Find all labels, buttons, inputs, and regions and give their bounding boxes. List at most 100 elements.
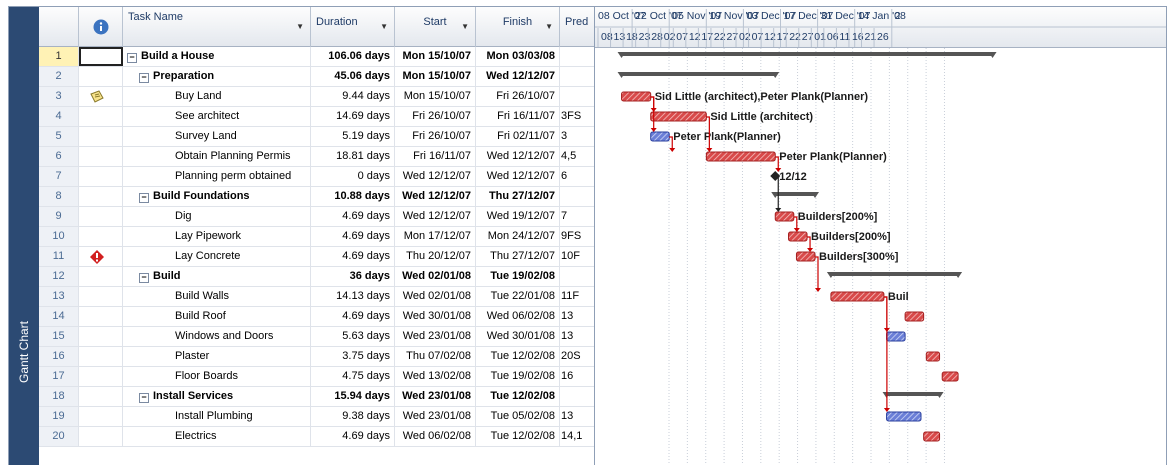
predecessors-cell[interactable]: 20S <box>560 347 594 366</box>
start-header[interactable]: Start ▼ <box>395 7 476 47</box>
row-id[interactable]: 7 <box>39 167 79 186</box>
start-cell[interactable]: Mon 15/10/07 <box>395 67 476 86</box>
indicator-cell[interactable] <box>79 207 123 226</box>
task-name-cell[interactable]: Dig <box>123 207 311 226</box>
row-id[interactable]: 17 <box>39 367 79 386</box>
predecessors-cell[interactable]: 4,5 <box>560 147 594 166</box>
duration-cell[interactable]: 14.13 days <box>311 287 395 306</box>
predecessors-cell[interactable]: 16 <box>560 367 594 386</box>
duration-cell[interactable]: 14.69 days <box>311 107 395 126</box>
start-cell[interactable]: Fri 26/10/07 <box>395 127 476 146</box>
predecessors-cell[interactable]: 11F <box>560 287 594 306</box>
task-bar-blue[interactable] <box>886 411 922 422</box>
row-id[interactable]: 15 <box>39 327 79 346</box>
predecessors-cell[interactable]: 3FS <box>560 107 594 126</box>
task-bar[interactable] <box>774 211 795 222</box>
start-cell[interactable]: Mon 15/10/07 <box>395 87 476 106</box>
table-row[interactable]: 18 − Install Services 15.94 days Wed 23/01/0… <box>39 387 594 407</box>
finish-cell[interactable]: Mon 24/12/07 <box>476 227 560 246</box>
task-bar[interactable] <box>788 231 808 242</box>
task-name-cell[interactable]: Floor Boards <box>123 367 311 386</box>
predecessors-cell[interactable]: 9FS <box>560 227 594 246</box>
duration-cell[interactable]: 4.69 days <box>311 227 395 246</box>
task-name-cell[interactable]: Planning perm obtained <box>123 167 311 186</box>
table-row[interactable]: 17 Floor Boards 4.75 days Wed 13/02/08 Tue 1… <box>39 367 594 387</box>
duration-cell[interactable]: 0 days <box>311 167 395 186</box>
predecessors-cell[interactable] <box>560 387 594 406</box>
finish-header[interactable]: Finish ▼ <box>476 7 560 47</box>
task-name-cell[interactable]: Obtain Planning Permis <box>123 147 311 166</box>
task-bar[interactable] <box>904 311 925 322</box>
select-all-header[interactable] <box>39 7 79 47</box>
row-id[interactable]: 12 <box>39 267 79 286</box>
row-id[interactable]: 13 <box>39 287 79 306</box>
predecessors-cell[interactable]: 14,1 <box>560 427 594 446</box>
task-name-cell[interactable]: Build Walls <box>123 287 311 306</box>
finish-cell[interactable]: Wed 12/12/07 <box>476 167 560 186</box>
view-bar-gantt-chart[interactable]: Gantt Chart <box>9 7 39 465</box>
start-cell[interactable]: Wed 12/12/07 <box>395 167 476 186</box>
task-name-cell[interactable]: − Build Foundations <box>123 187 311 206</box>
row-id[interactable]: 4 <box>39 107 79 126</box>
summary-bar[interactable] <box>775 192 815 196</box>
task-bar-blue[interactable] <box>886 331 906 342</box>
predecessors-cell[interactable]: 6 <box>560 167 594 186</box>
summary-bar[interactable] <box>621 72 776 76</box>
indicators-header[interactable] <box>79 7 123 47</box>
task-name-cell[interactable]: Lay Concrete <box>123 247 311 266</box>
row-id[interactable]: 19 <box>39 407 79 426</box>
finish-cell[interactable]: Thu 27/12/07 <box>476 187 560 206</box>
task-bar[interactable] <box>621 91 652 102</box>
indicator-cell[interactable] <box>79 147 123 166</box>
predecessors-cell[interactable] <box>560 67 594 86</box>
start-cell[interactable]: Thu 20/12/07 <box>395 247 476 266</box>
summary-bar[interactable] <box>621 52 993 56</box>
finish-cell[interactable]: Fri 02/11/07 <box>476 127 560 146</box>
finish-cell[interactable]: Fri 16/11/07 <box>476 107 560 126</box>
table-row[interactable]: 20 Electrics 4.69 days Wed 06/02/08 Tue 12/0… <box>39 427 594 447</box>
task-bar[interactable] <box>923 431 941 442</box>
note-icon[interactable] <box>89 90 105 104</box>
finish-cell[interactable]: Wed 06/02/08 <box>476 307 560 326</box>
predecessors-cell[interactable]: 3 <box>560 127 594 146</box>
table-row[interactable]: 10 Lay Pipework 4.69 days Mon 17/12/07 Mon 2… <box>39 227 594 247</box>
start-cell[interactable]: Wed 23/01/08 <box>395 407 476 426</box>
finish-cell[interactable]: Wed 12/12/07 <box>476 147 560 166</box>
duration-cell[interactable]: 3.75 days <box>311 347 395 366</box>
task-name-cell[interactable]: − Install Services <box>123 387 311 406</box>
indicator-cell[interactable] <box>79 387 123 406</box>
task-name-cell[interactable]: Windows and Doors <box>123 327 311 346</box>
duration-cell[interactable]: 4.75 days <box>311 367 395 386</box>
indicator-cell[interactable] <box>79 227 123 246</box>
finish-cell[interactable]: Tue 22/01/08 <box>476 287 560 306</box>
predecessors-cell[interactable]: 13 <box>560 307 594 326</box>
row-id[interactable]: 18 <box>39 387 79 406</box>
duration-cell[interactable]: 9.38 days <box>311 407 395 426</box>
collapse-toggle[interactable]: − <box>139 273 149 283</box>
finish-cell[interactable]: Mon 03/03/08 <box>476 47 560 66</box>
start-cell[interactable]: Mon 17/12/07 <box>395 227 476 246</box>
indicator-cell[interactable] <box>79 347 123 366</box>
start-cell[interactable]: Fri 16/11/07 <box>395 147 476 166</box>
task-name-cell[interactable]: See architect <box>123 107 311 126</box>
row-id[interactable]: 11 <box>39 247 79 266</box>
task-name-cell[interactable]: Lay Pipework <box>123 227 311 246</box>
row-id[interactable]: 8 <box>39 187 79 206</box>
indicator-cell[interactable] <box>79 307 123 326</box>
table-row[interactable]: 3 Buy Land 9.44 days Mon 15/10/07 Fri 26/10/… <box>39 87 594 107</box>
indicator-cell[interactable] <box>79 327 123 346</box>
duration-cell[interactable]: 18.81 days <box>311 147 395 166</box>
start-cell[interactable]: Wed 02/01/08 <box>395 267 476 286</box>
collapse-toggle[interactable]: − <box>127 53 137 63</box>
row-id[interactable]: 6 <box>39 147 79 166</box>
duration-cell[interactable]: 4.69 days <box>311 247 395 266</box>
table-row[interactable]: 14 Build Roof 4.69 days Wed 30/01/08 Wed 06/… <box>39 307 594 327</box>
chevron-down-icon[interactable]: ▼ <box>545 22 553 31</box>
task-name-cell[interactable]: Buy Land <box>123 87 311 106</box>
table-row[interactable]: 2 − Preparation 45.06 days Mon 15/10/07 Wed 1… <box>39 67 594 87</box>
task-name-cell[interactable]: Build Roof <box>123 307 311 326</box>
predecessors-cell[interactable]: 13 <box>560 407 594 426</box>
duration-cell[interactable]: 4.69 days <box>311 427 395 446</box>
finish-cell[interactable]: Wed 12/12/07 <box>476 67 560 86</box>
start-cell[interactable]: Wed 23/01/08 <box>395 387 476 406</box>
